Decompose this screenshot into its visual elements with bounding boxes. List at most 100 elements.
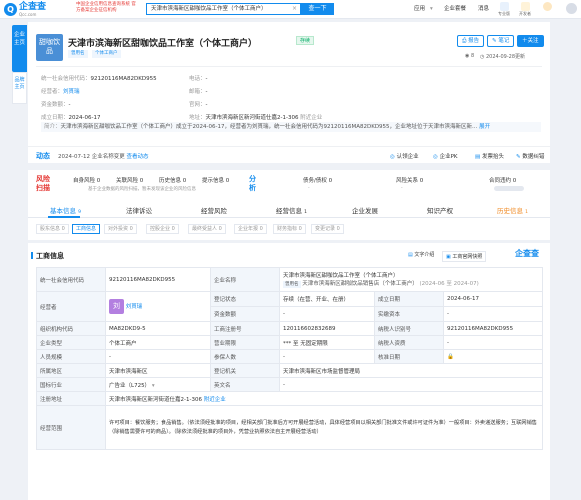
capital-value: - (279, 306, 375, 322)
risk-item-self[interactable]: 自身风险 0 (73, 176, 100, 184)
tax-id-value: 92120116MA82DKD955 (442, 321, 544, 336)
claim-company-link[interactable]: ◎ 认领企业 (390, 152, 419, 160)
table-row: 人员规模 - 参保人数 - 核准日期 🔒 (36, 349, 544, 364)
report-label: 报告 (468, 38, 480, 44)
subtab-annual-report[interactable]: 企业年报 0 (234, 224, 267, 234)
follow-button[interactable]: ＋关注 (517, 35, 544, 47)
former-name-value: 天津市滨海新区甜咖饮品销售店（个体工商户） (302, 281, 418, 287)
analysis-item-contract[interactable]: 合同违约 0 (489, 176, 516, 184)
risk-item-related[interactable]: 关联风险 0 (116, 176, 143, 184)
former-name-tag[interactable]: 曾用名 (68, 50, 88, 58)
status-label: 登记状态 (210, 291, 280, 307)
vip-package-link[interactable]: 企业套餐 (444, 4, 466, 14)
user-avatar[interactable] (566, 3, 577, 14)
logo-icon: Q (4, 3, 17, 16)
credit-code-label: 统一社会信用代码 (36, 267, 106, 292)
reg-address-value: 天津市滨海新区新河街道仕嘉2-1-306 附近企业 (104, 391, 544, 406)
tab-business-info[interactable]: 经营信息 1 (276, 205, 307, 215)
developer-icon[interactable] (521, 2, 530, 11)
contract-toggle[interactable] (494, 186, 524, 191)
analysis-title: 分析 (249, 175, 256, 192)
subtab-investments[interactable]: 对外投资 0 (104, 224, 137, 234)
qcc-logo[interactable]: Q 企查查 Qcc.com (4, 2, 46, 17)
lock-icon[interactable]: 🔒 (447, 354, 454, 360)
subtab-registration[interactable]: 工商信息 (72, 224, 101, 234)
scope-label: 经营范围 (36, 405, 106, 450)
table-row: 国标行业 广告业（L725） ▾ 英文名 - (36, 377, 544, 392)
logo-url: Qcc.com (19, 12, 37, 17)
type-value: 个体工商户 (105, 335, 211, 350)
chevron-down-icon[interactable]: ▾ (430, 4, 433, 14)
pro-label: 专业版 (498, 11, 510, 16)
founded-value: 2024-06-17 (442, 291, 544, 307)
industry-label: 国标行业 (36, 377, 106, 392)
top-bar: Q 企查查 Qcc.com 中国企业信用信息查询系统 官方备案企业征信机构 天津… (0, 0, 581, 19)
scope-value: 许可项目：餐饮服务；食品销售。（依法须经批准的项目，经相关部门批准后方可开展经营… (104, 405, 544, 450)
pro-icon[interactable] (500, 2, 509, 11)
intro-box: 简介：天津市滨海新区甜咖饮品工作室（个体工商户）成立于2024-06-17，经营… (41, 122, 541, 132)
side-tab-brand-home[interactable]: 品牌主页 (12, 72, 27, 104)
search-input[interactable]: 天津市滨海新区甜咖饮品工作室（个体工商户） (146, 3, 301, 15)
subtab-holdings[interactable]: 控股企业 0 (146, 224, 179, 234)
company-pk-link[interactable]: ◎ 企业PK (433, 152, 458, 160)
main-tabs: 基本信息 9 法律诉讼 经营风险 经营信息 1 企业发展 知识产权 历史信息 1 (28, 200, 550, 218)
intro-text: 天津市滨海新区甜咖饮品工作室（个体工商户）成立于2024-06-17，经营者为刘… (60, 124, 478, 130)
report-button[interactable]: ⎙ 报告 (457, 35, 485, 47)
dynamic-label: 动态 (36, 152, 50, 160)
org-code-value: MA82DKD9-5 (105, 321, 211, 336)
vip-badge-icon[interactable] (543, 2, 552, 11)
insured-value: - (279, 349, 375, 364)
snapshot-button[interactable]: ▣ 工商官网快照 (442, 251, 487, 262)
business-info-table: 统一社会信用代码 92120116MA82DKD955 企业名称 天津市滨海新区… (36, 267, 544, 450)
data-correction-link[interactable]: ✎ 数据纠错 (516, 152, 544, 160)
risk-sub-text: 基于企业数据的风险扫描，暂未发现该企业的风险信息 (88, 187, 196, 192)
note-button[interactable]: ✎ 笔记 (487, 35, 515, 47)
subtab-beneficiary[interactable]: 最终受益人 0 (188, 224, 226, 234)
operator-name-link[interactable]: 刘貫瑞 (126, 304, 143, 310)
operator-cell: 刘 刘貫瑞 (105, 291, 211, 322)
analysis-sub-2: - (401, 186, 403, 191)
app-menu[interactable]: 应用 (414, 4, 425, 14)
search-clear-icon[interactable]: × (292, 3, 297, 15)
tab-business-risk[interactable]: 经营风险 (201, 205, 227, 215)
eye-icon: ◉ (465, 53, 470, 59)
chevron-down-icon[interactable]: ▾ (152, 383, 155, 389)
risk-item-history[interactable]: 历史信息 0 (159, 176, 186, 184)
operator-avatar: 刘 (109, 299, 124, 314)
search-button[interactable]: 查一下 (301, 3, 334, 15)
analysis-item-debt[interactable]: 债务/债权 0 (303, 176, 332, 184)
tab-development[interactable]: 企业发展 (352, 205, 378, 215)
tab-basic-info[interactable]: 基本信息 9 (50, 205, 81, 215)
logo-name: 企查查 (19, 2, 47, 12)
invoice-title-link[interactable]: ▤ 发票抬头 (475, 152, 504, 160)
business-info-title: 工商信息 (31, 252, 64, 260)
text-intro-button[interactable]: ▤ 文字介绍 (408, 251, 434, 258)
analysis-sub-1: - (308, 186, 310, 191)
tab-ip[interactable]: 知识产权 (427, 205, 453, 215)
table-row: 注册地址 天津市滨海新区新河街道仕嘉2-1-306 附近企业 (36, 391, 544, 406)
operator-row: 经营者：刘貫瑞 (41, 89, 80, 95)
message-link[interactable]: 消息 (478, 4, 489, 14)
approve-date-label: 核准日期 (374, 349, 444, 364)
former-name-badge: 曾用名 (283, 281, 301, 288)
logo-slogan: 中国企业信用信息查询系统 官方备案企业征信机构 (76, 2, 136, 13)
view-dynamic-link[interactable]: 查看动态 (126, 154, 148, 160)
operator-link[interactable]: 刘貫瑞 (63, 89, 80, 95)
risk-item-tips[interactable]: 提示信息 0 (202, 176, 229, 184)
subtab-shareholders[interactable]: 股东信息 0 (36, 224, 69, 234)
intro-expand-link[interactable]: 展开 (479, 124, 490, 130)
nearby-link[interactable]: 附近企业 (300, 115, 322, 121)
authority-value: 天津市滨海新区市场监督管理局 (278, 363, 544, 378)
entity-type-tag: 个体工商户 (92, 50, 121, 58)
analysis-item-relation[interactable]: 风险关系 0 (396, 176, 423, 184)
insured-label: 参保人数 (210, 349, 280, 364)
side-tab-company-home[interactable]: 企业主页 (12, 25, 27, 72)
subtab-changes[interactable]: 变更记录 0 (311, 224, 344, 234)
staff-value: - (105, 349, 211, 364)
tab-legal[interactable]: 法律诉讼 (126, 205, 152, 215)
tab-history[interactable]: 历史信息 1 (497, 205, 528, 215)
note-label: 笔记 (498, 38, 510, 44)
nearby-companies-link[interactable]: 附近企业 (204, 397, 226, 403)
subtab-financial[interactable]: 财务指标 0 (273, 224, 306, 234)
term-label: 营业期限 (210, 335, 280, 350)
